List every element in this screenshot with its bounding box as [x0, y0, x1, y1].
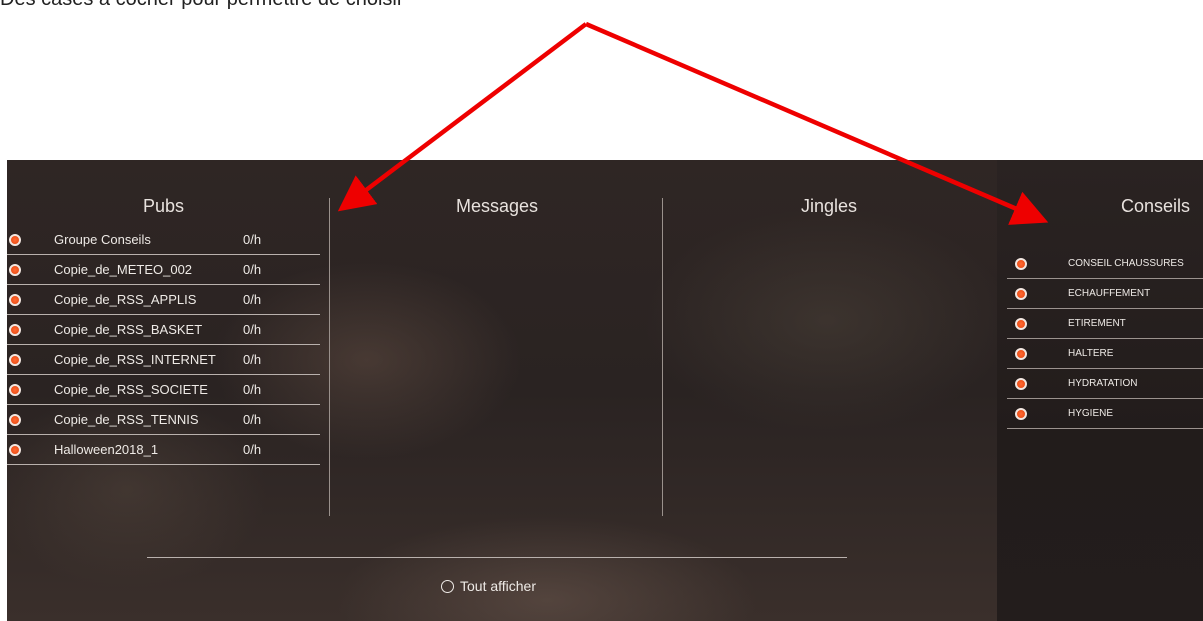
conseil-name: ECHAUFFEMENT: [1068, 288, 1151, 299]
radio-button[interactable]: [9, 443, 21, 456]
pub-name: Halloween2018_1: [54, 442, 159, 457]
messages-title: Messages: [455, 196, 539, 216]
radio-button[interactable]: [9, 323, 21, 336]
radio-button[interactable]: [1015, 407, 1027, 420]
conseil-row[interactable]: HYGIENE: [1007, 399, 1203, 429]
pub-row[interactable]: Copie_de_METEO_002 0/h: [7, 255, 320, 285]
pub-row[interactable]: Copie_de_RSS_INTERNET 0/h: [7, 345, 320, 375]
conseil-name: HALTERE: [1068, 348, 1114, 359]
annotation-area: Des cases à cocher pour permettre de cho…: [0, 0, 1203, 160]
bottom-divider: [147, 557, 847, 558]
radio-button[interactable]: [1015, 287, 1027, 300]
pubs-title: Pubs: [142, 196, 185, 216]
radio-button[interactable]: [9, 293, 21, 306]
pub-rate: 0/h: [243, 232, 262, 247]
conseil-row[interactable]: CONSEIL CHAUSSURES: [1007, 249, 1203, 279]
conseil-row[interactable]: HALTERE: [1007, 339, 1203, 369]
radio-button[interactable]: [9, 383, 21, 396]
annotation-text: Des cases à cocher pour permettre de cho…: [0, 0, 1203, 12]
pub-name: Copie_de_RSS_BASKET: [54, 322, 203, 337]
radio-button[interactable]: [9, 413, 21, 426]
pub-row[interactable]: Copie_de_RSS_APPLIS 0/h: [7, 285, 320, 315]
conseil-name: HYDRATATION: [1068, 378, 1138, 389]
radio-button[interactable]: [1015, 377, 1027, 390]
radio-button[interactable]: [1015, 257, 1027, 270]
pub-row[interactable]: Halloween2018_1 0/h: [7, 435, 320, 465]
main-panel: Pubs Messages Jingles Groupe Conseils 0/…: [7, 160, 997, 621]
column-divider: [329, 198, 330, 516]
pub-rate: 0/h: [243, 292, 262, 307]
show-all-label: Tout afficher: [460, 578, 537, 594]
pub-rate: 0/h: [243, 322, 262, 337]
pub-name: Copie_de_RSS_APPLIS: [54, 292, 197, 307]
show-all-toggle[interactable]: Tout afficher: [441, 578, 536, 594]
radio-button[interactable]: [9, 263, 21, 276]
conseil-name: ETIREMENT: [1068, 318, 1126, 329]
pub-name: Copie_de_RSS_INTERNET: [54, 352, 216, 367]
pub-row[interactable]: Copie_de_RSS_SOCIETE 0/h: [7, 375, 320, 405]
column-divider: [662, 198, 663, 516]
pub-rate: 0/h: [243, 442, 262, 457]
conseils-list: CONSEIL CHAUSSURES ECHAUFFEMENT ETIREMEN…: [1007, 249, 1203, 429]
conseil-row[interactable]: ETIREMENT: [1007, 309, 1203, 339]
pub-name: Copie_de_RSS_TENNIS: [54, 412, 199, 427]
pub-rate: 0/h: [243, 262, 262, 277]
radio-button[interactable]: [441, 579, 454, 593]
conseils-panel: Conseils CONSEIL CHAUSSURES ECHAUFFEMENT…: [997, 160, 1203, 621]
pub-row[interactable]: Copie_de_RSS_BASKET 0/h: [7, 315, 320, 345]
radio-button[interactable]: [1015, 347, 1027, 360]
pub-name: Copie_de_METEO_002: [54, 262, 193, 277]
pubs-list: Groupe Conseils 0/h Copie_de_METEO_002 0…: [7, 225, 320, 465]
radio-button[interactable]: [9, 233, 21, 246]
pub-rate: 0/h: [243, 352, 262, 367]
pub-rate: 0/h: [243, 382, 262, 397]
radio-button[interactable]: [9, 353, 21, 366]
jingles-title: Jingles: [800, 196, 858, 216]
pub-name: Groupe Conseils: [54, 232, 151, 247]
pub-row[interactable]: Groupe Conseils 0/h: [7, 225, 320, 255]
conseil-row[interactable]: ECHAUFFEMENT: [1007, 279, 1203, 309]
pub-rate: 0/h: [243, 412, 262, 427]
conseil-name: HYGIENE: [1068, 408, 1114, 419]
radio-button[interactable]: [1015, 317, 1027, 330]
pub-row[interactable]: Copie_de_RSS_TENNIS 0/h: [7, 405, 320, 435]
conseil-row[interactable]: HYDRATATION: [1007, 369, 1203, 399]
conseils-title: Conseils: [1121, 196, 1191, 216]
conseil-name: CONSEIL CHAUSSURES: [1068, 258, 1184, 269]
pub-name: Copie_de_RSS_SOCIETE: [54, 382, 208, 397]
